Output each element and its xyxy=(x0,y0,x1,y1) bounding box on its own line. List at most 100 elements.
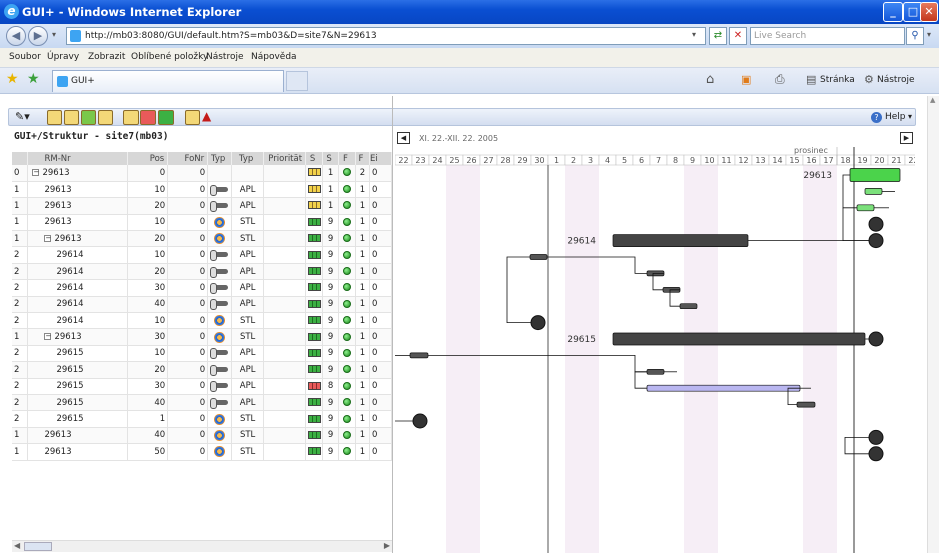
cell-f2: 1 xyxy=(355,427,370,445)
col-header-rm-nr[interactable]: RM-Nr xyxy=(27,152,129,165)
help-dropdown-icon[interactable]: ▾ xyxy=(908,112,912,121)
gantt-prev-button[interactable]: ◀ xyxy=(397,132,410,144)
table-row[interactable]: 1 29613 40 0 STL 9 1 0 xyxy=(12,427,392,445)
print-icon[interactable]: ⎙ xyxy=(775,72,785,87)
yellow-bars-icon[interactable] xyxy=(123,110,139,125)
warning-icon[interactable]: ▲ xyxy=(202,109,211,123)
stop-button[interactable]: ✕ xyxy=(729,27,747,45)
table-row[interactable]: 1 29613 10 0 STL 9 1 0 xyxy=(12,214,392,232)
table-row[interactable]: 1 29613 20 0 APL 1 1 0 xyxy=(12,197,392,215)
cell-priority xyxy=(263,181,307,199)
splitter[interactable] xyxy=(392,96,393,553)
col-header-level[interactable] xyxy=(12,152,29,165)
cell-pos: 10 xyxy=(127,181,169,199)
cell-priority xyxy=(263,263,307,281)
col-header-f2[interactable]: F xyxy=(355,152,370,165)
day-label: 2 xyxy=(571,156,576,165)
cell-fonr: 0 xyxy=(167,328,209,346)
table-row[interactable]: 1 29613 10 0 APL 1 1 0 xyxy=(12,181,392,199)
menu-item-edit[interactable]: Úpravy xyxy=(47,52,79,62)
table-row[interactable]: 2 29615 30 0 APL 8 1 0 xyxy=(12,378,392,395)
minimize-button[interactable]: _ xyxy=(883,2,903,22)
expand-toggle-icon[interactable]: − xyxy=(44,234,52,242)
menu-item-help[interactable]: Nápověda xyxy=(251,52,297,62)
table-row[interactable]: 1 29613 50 0 STL 9 1 0 xyxy=(12,443,392,461)
menu-item-file[interactable]: Soubor xyxy=(9,52,41,62)
tab-gui[interactable]: GUI+ xyxy=(52,70,284,92)
scroll-up-icon[interactable]: ▲ xyxy=(930,96,935,104)
col-header-ei[interactable]: Ei xyxy=(369,152,392,165)
feeds-icon[interactable]: ▣ xyxy=(741,73,751,86)
table-row[interactable]: 2 29615 10 0 APL 9 1 0 xyxy=(12,345,392,363)
table-row[interactable]: 2 29614 40 0 APL 9 1 0 xyxy=(12,296,392,314)
table-row[interactable]: 2 29615 1 0 STL 9 1 0 xyxy=(12,410,392,428)
refresh-button[interactable]: ⇄ xyxy=(709,27,727,45)
cell-f2: 1 xyxy=(355,181,370,199)
table-row[interactable]: 2 29614 10 0 STL 9 1 0 xyxy=(12,312,392,330)
new-tab-button[interactable] xyxy=(286,71,308,91)
menu-item-view[interactable]: Zobrazit xyxy=(88,52,125,62)
gantt-label: 29614 xyxy=(567,237,596,247)
gear-icon xyxy=(214,315,226,327)
expand-toggle-icon[interactable]: − xyxy=(44,333,52,341)
table-row[interactable]: 1−29613 30 0 STL 9 1 0 xyxy=(12,328,392,346)
expand-toggle-icon[interactable]: − xyxy=(32,168,40,176)
table-row[interactable]: 1−29613 20 0 STL 9 1 0 xyxy=(12,230,392,248)
back-button[interactable]: ◀ xyxy=(6,26,26,46)
add-favorites-icon[interactable]: ★ xyxy=(27,71,40,87)
attachment-icon[interactable] xyxy=(185,110,200,125)
gantt-navigation: ◀ XI. 22.-XII. 22. 2005 ▶ xyxy=(395,131,915,145)
page-menu-button[interactable]: Stránka xyxy=(820,75,855,85)
cell-s2: 9 xyxy=(322,361,340,379)
search-options-icon[interactable]: ▾ xyxy=(927,30,931,39)
col-header-s1[interactable]: S xyxy=(305,152,324,165)
cell-s2: 9 xyxy=(322,328,340,346)
col-header-s2[interactable]: S xyxy=(322,152,340,165)
menu-item-tools[interactable]: Nástroje xyxy=(206,52,244,62)
search-input[interactable]: Live Search xyxy=(750,27,905,45)
forward-button[interactable]: ▶ xyxy=(28,26,48,46)
green-target-icon[interactable] xyxy=(81,110,96,125)
home-icon[interactable]: ⌂ xyxy=(706,72,714,87)
scroll-right-icon[interactable]: ▶ xyxy=(384,541,390,550)
arrow-icon[interactable] xyxy=(98,110,113,125)
favorites-star-icon[interactable]: ★ xyxy=(6,71,19,87)
cell-typ-icon xyxy=(207,181,233,199)
col-header-typ[interactable]: Typ xyxy=(231,152,265,165)
tools-menu-button[interactable]: Nástroje xyxy=(877,75,915,85)
table-row[interactable]: 2 29614 30 0 APL 9 1 0 xyxy=(12,279,392,297)
table-row[interactable]: 2 29614 20 0 APL 9 1 0 xyxy=(12,263,392,281)
table-row[interactable]: 0−29613 0 0 1 2 0 xyxy=(12,165,392,182)
url-dropdown-icon[interactable]: ▾ xyxy=(692,30,696,39)
col-header-priority[interactable]: Priorität xyxy=(263,152,307,165)
red-bars-icon[interactable] xyxy=(140,110,156,125)
green-bars-icon[interactable] xyxy=(158,110,174,125)
menu-item-favorites[interactable]: Oblíbené položky xyxy=(131,52,208,62)
status-bar-icon xyxy=(307,365,321,374)
target-icon[interactable] xyxy=(47,110,62,125)
scroll-thumb[interactable] xyxy=(24,542,52,551)
history-dropdown-icon[interactable]: ▾ xyxy=(52,30,56,39)
table-horizontal-scrollbar[interactable]: ◀ ▶ xyxy=(12,540,392,552)
close-button[interactable]: ✕ xyxy=(920,2,938,22)
scroll-left-icon[interactable]: ◀ xyxy=(14,541,20,550)
col-header-typ-icon[interactable]: Typ xyxy=(207,152,233,165)
link-icon[interactable] xyxy=(64,110,79,125)
search-icon[interactable]: ⚲ xyxy=(906,27,924,45)
edit-menu-icon[interactable]: ✎▾ xyxy=(15,110,30,123)
cell-pos: 30 xyxy=(127,279,169,297)
window-vertical-scrollbar[interactable]: ▲ xyxy=(927,96,939,553)
cell-f1 xyxy=(338,328,356,346)
cell-status-bar xyxy=(305,410,324,428)
table-row[interactable]: 2 29614 10 0 APL 9 1 0 xyxy=(12,246,392,264)
cell-status-bar xyxy=(305,378,324,395)
help-button[interactable]: Help xyxy=(885,112,906,122)
cell-f2: 1 xyxy=(355,214,370,232)
table-row[interactable]: 2 29615 40 0 APL 9 1 0 xyxy=(12,394,392,412)
url-field[interactable]: http://mb03:8080/GUI/default.htm?S=mb03&… xyxy=(66,27,706,45)
col-header-fonr[interactable]: FoNr xyxy=(167,152,209,165)
gantt-next-button[interactable]: ▶ xyxy=(900,132,913,144)
table-row[interactable]: 2 29615 20 0 APL 9 1 0 xyxy=(12,361,392,379)
col-header-f1[interactable]: F xyxy=(338,152,356,165)
col-header-pos[interactable]: Pos xyxy=(127,152,169,165)
